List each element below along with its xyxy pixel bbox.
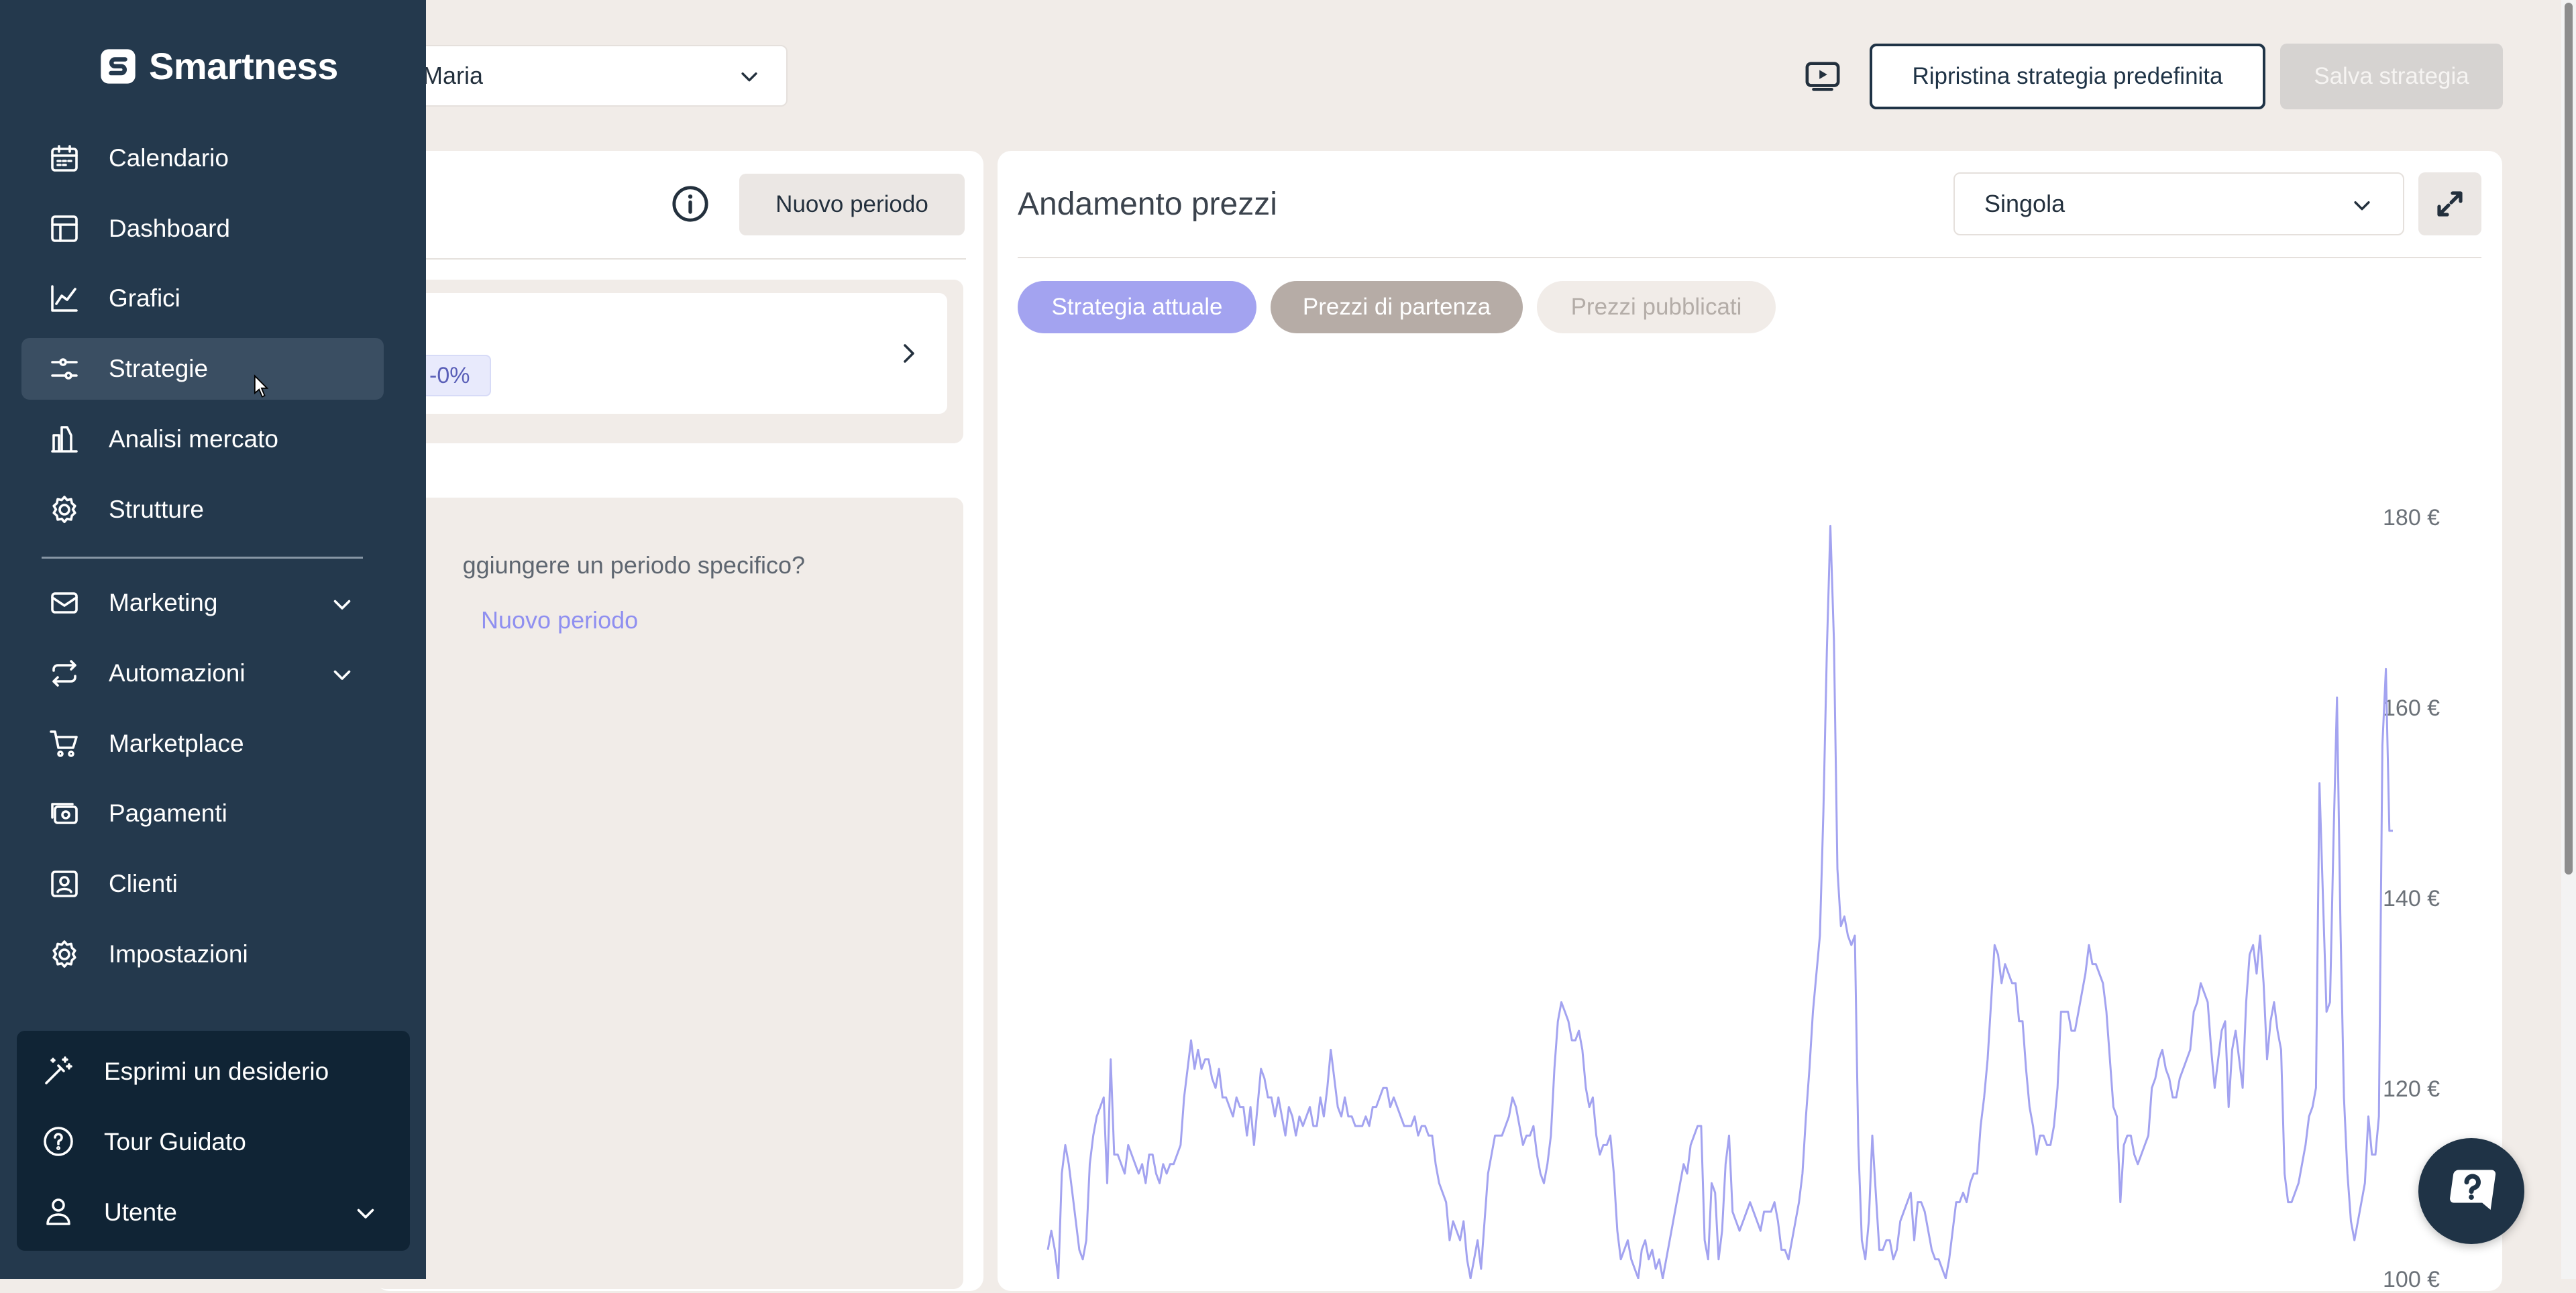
sidebar-bottom-label: Esprimi un desiderio (104, 1058, 329, 1085)
chevron-right-icon[interactable] (899, 341, 919, 366)
sidebar-bottom-utente[interactable]: Utente (17, 1178, 410, 1245)
sidebar-item-impostazioni[interactable]: Impostazioni (21, 923, 384, 985)
sidebar-item-label: Calendario (109, 144, 229, 172)
sidebar-item-clienti[interactable]: Clienti (21, 853, 384, 915)
scrollbar-thumb[interactable] (2565, 3, 2573, 875)
sidebar-item-marketplace[interactable]: Marketplace (21, 713, 384, 775)
sidebar-item-pagamenti[interactable]: Pagamenti (21, 783, 384, 844)
help-circle-icon (44, 1127, 73, 1156)
sidebar-item-label: Strutture (109, 496, 204, 523)
sidebar: Smartness Calendario Dashboard Grafici Stra… (0, 0, 426, 1279)
divider (42, 557, 363, 559)
scrollbar[interactable] (2561, 0, 2576, 1279)
sidebar-item-label: Marketing (109, 589, 218, 616)
payments-icon (51, 803, 78, 824)
repeat-icon (52, 660, 76, 687)
chart-line-icon (51, 285, 78, 312)
sidebar-bottom-esprimi-un-desiderio[interactable]: Esprimi un desiderio (17, 1037, 410, 1105)
sidebar-item-dashboard[interactable]: Dashboard (21, 198, 384, 260)
periods-panel: Nuovo periodo -0% ggiungere un periodo s… (376, 151, 983, 1291)
info-icon[interactable] (671, 184, 710, 223)
sidebar-item-strategie[interactable]: Strategie (21, 338, 384, 400)
add-period-box: ggiungere un periodo specifico? Nuovo pe… (376, 498, 963, 1289)
gear-icon (52, 940, 76, 968)
sidebar-item-label: Impostazioni (109, 940, 248, 968)
brand-name: Smartness (149, 45, 338, 87)
sidebar-item-label: Pagamenti (109, 799, 227, 827)
sidebar-item-label: Analisi mercato (109, 425, 278, 453)
help-chat-button[interactable] (2418, 1138, 2524, 1244)
cart-icon (50, 730, 78, 757)
sidebar-item-strutture[interactable]: Strutture (21, 479, 384, 541)
series-line-strategia-attuale (1046, 524, 2393, 1279)
sliders-icon (51, 358, 78, 380)
divider (376, 258, 966, 260)
sidebar-item-automazioni[interactable]: Automazioni (21, 642, 384, 704)
calendar-icon (51, 145, 78, 172)
property-select-value: Maria (423, 62, 484, 89)
save-strategy-button[interactable]: Salva strategia (2280, 44, 2503, 109)
add-period-question: ggiungere un periodo specifico? (462, 551, 805, 579)
sidebar-item-label: Clienti (109, 870, 178, 897)
sidebar-item-calendario[interactable]: Calendario (21, 127, 384, 189)
sidebar-item-label: Dashboard (109, 215, 231, 242)
period-list: -0% (376, 280, 963, 443)
chevron-down-icon (333, 670, 351, 680)
sidebar-item-analisi-mercato[interactable]: Analisi mercato (21, 408, 384, 470)
sidebar-bottom-menu: Esprimi un desiderio Tour Guidato Utente (17, 1031, 410, 1251)
sidebar-bottom-tour-guidato[interactable]: Tour Guidato (17, 1108, 410, 1175)
sidebar-bottom-label: Utente (104, 1198, 178, 1226)
period-card[interactable]: -0% (376, 293, 947, 414)
logo[interactable]: Smartness (99, 44, 338, 88)
market-analysis-icon (51, 426, 78, 453)
user-icon (46, 1198, 70, 1225)
chevron-down-icon (333, 600, 351, 610)
magic-wand-icon (45, 1056, 72, 1084)
chevron-down-icon (357, 1208, 374, 1219)
period-percentage-badge: -0% (421, 355, 492, 396)
building-gear-icon (52, 496, 76, 523)
sidebar-item-label: Marketplace (109, 730, 244, 757)
chat-help-icon (2450, 1170, 2496, 1210)
video-tutorial-icon[interactable] (1805, 60, 1841, 93)
smartness-logo-icon (101, 48, 136, 84)
contact-icon (51, 870, 78, 897)
sidebar-item-label: Strategie (109, 355, 209, 382)
sidebar-item-label: Grafici (109, 284, 180, 312)
mouse-cursor-icon (254, 374, 268, 398)
add-period-link[interactable]: Nuovo periodo (481, 606, 638, 634)
new-period-button[interactable]: Nuovo periodo (739, 174, 965, 235)
sidebar-bottom-label: Tour Guidato (104, 1128, 246, 1156)
price-line-chart (1046, 524, 2393, 1279)
mail-icon (51, 592, 78, 614)
property-select[interactable]: Maria (376, 45, 788, 107)
sidebar-item-grafici[interactable]: Grafici (21, 268, 384, 329)
chevron-down-icon (741, 72, 757, 82)
sidebar-item-marketing[interactable]: Marketing (21, 572, 384, 634)
reset-strategy-button[interactable]: Ripristina strategia predefinita (1870, 44, 2265, 109)
sidebar-item-label: Automazioni (109, 659, 246, 687)
price-trend-panel: Andamento prezzi Singola Strategia attua… (998, 151, 2502, 1292)
dashboard-icon (51, 215, 78, 242)
